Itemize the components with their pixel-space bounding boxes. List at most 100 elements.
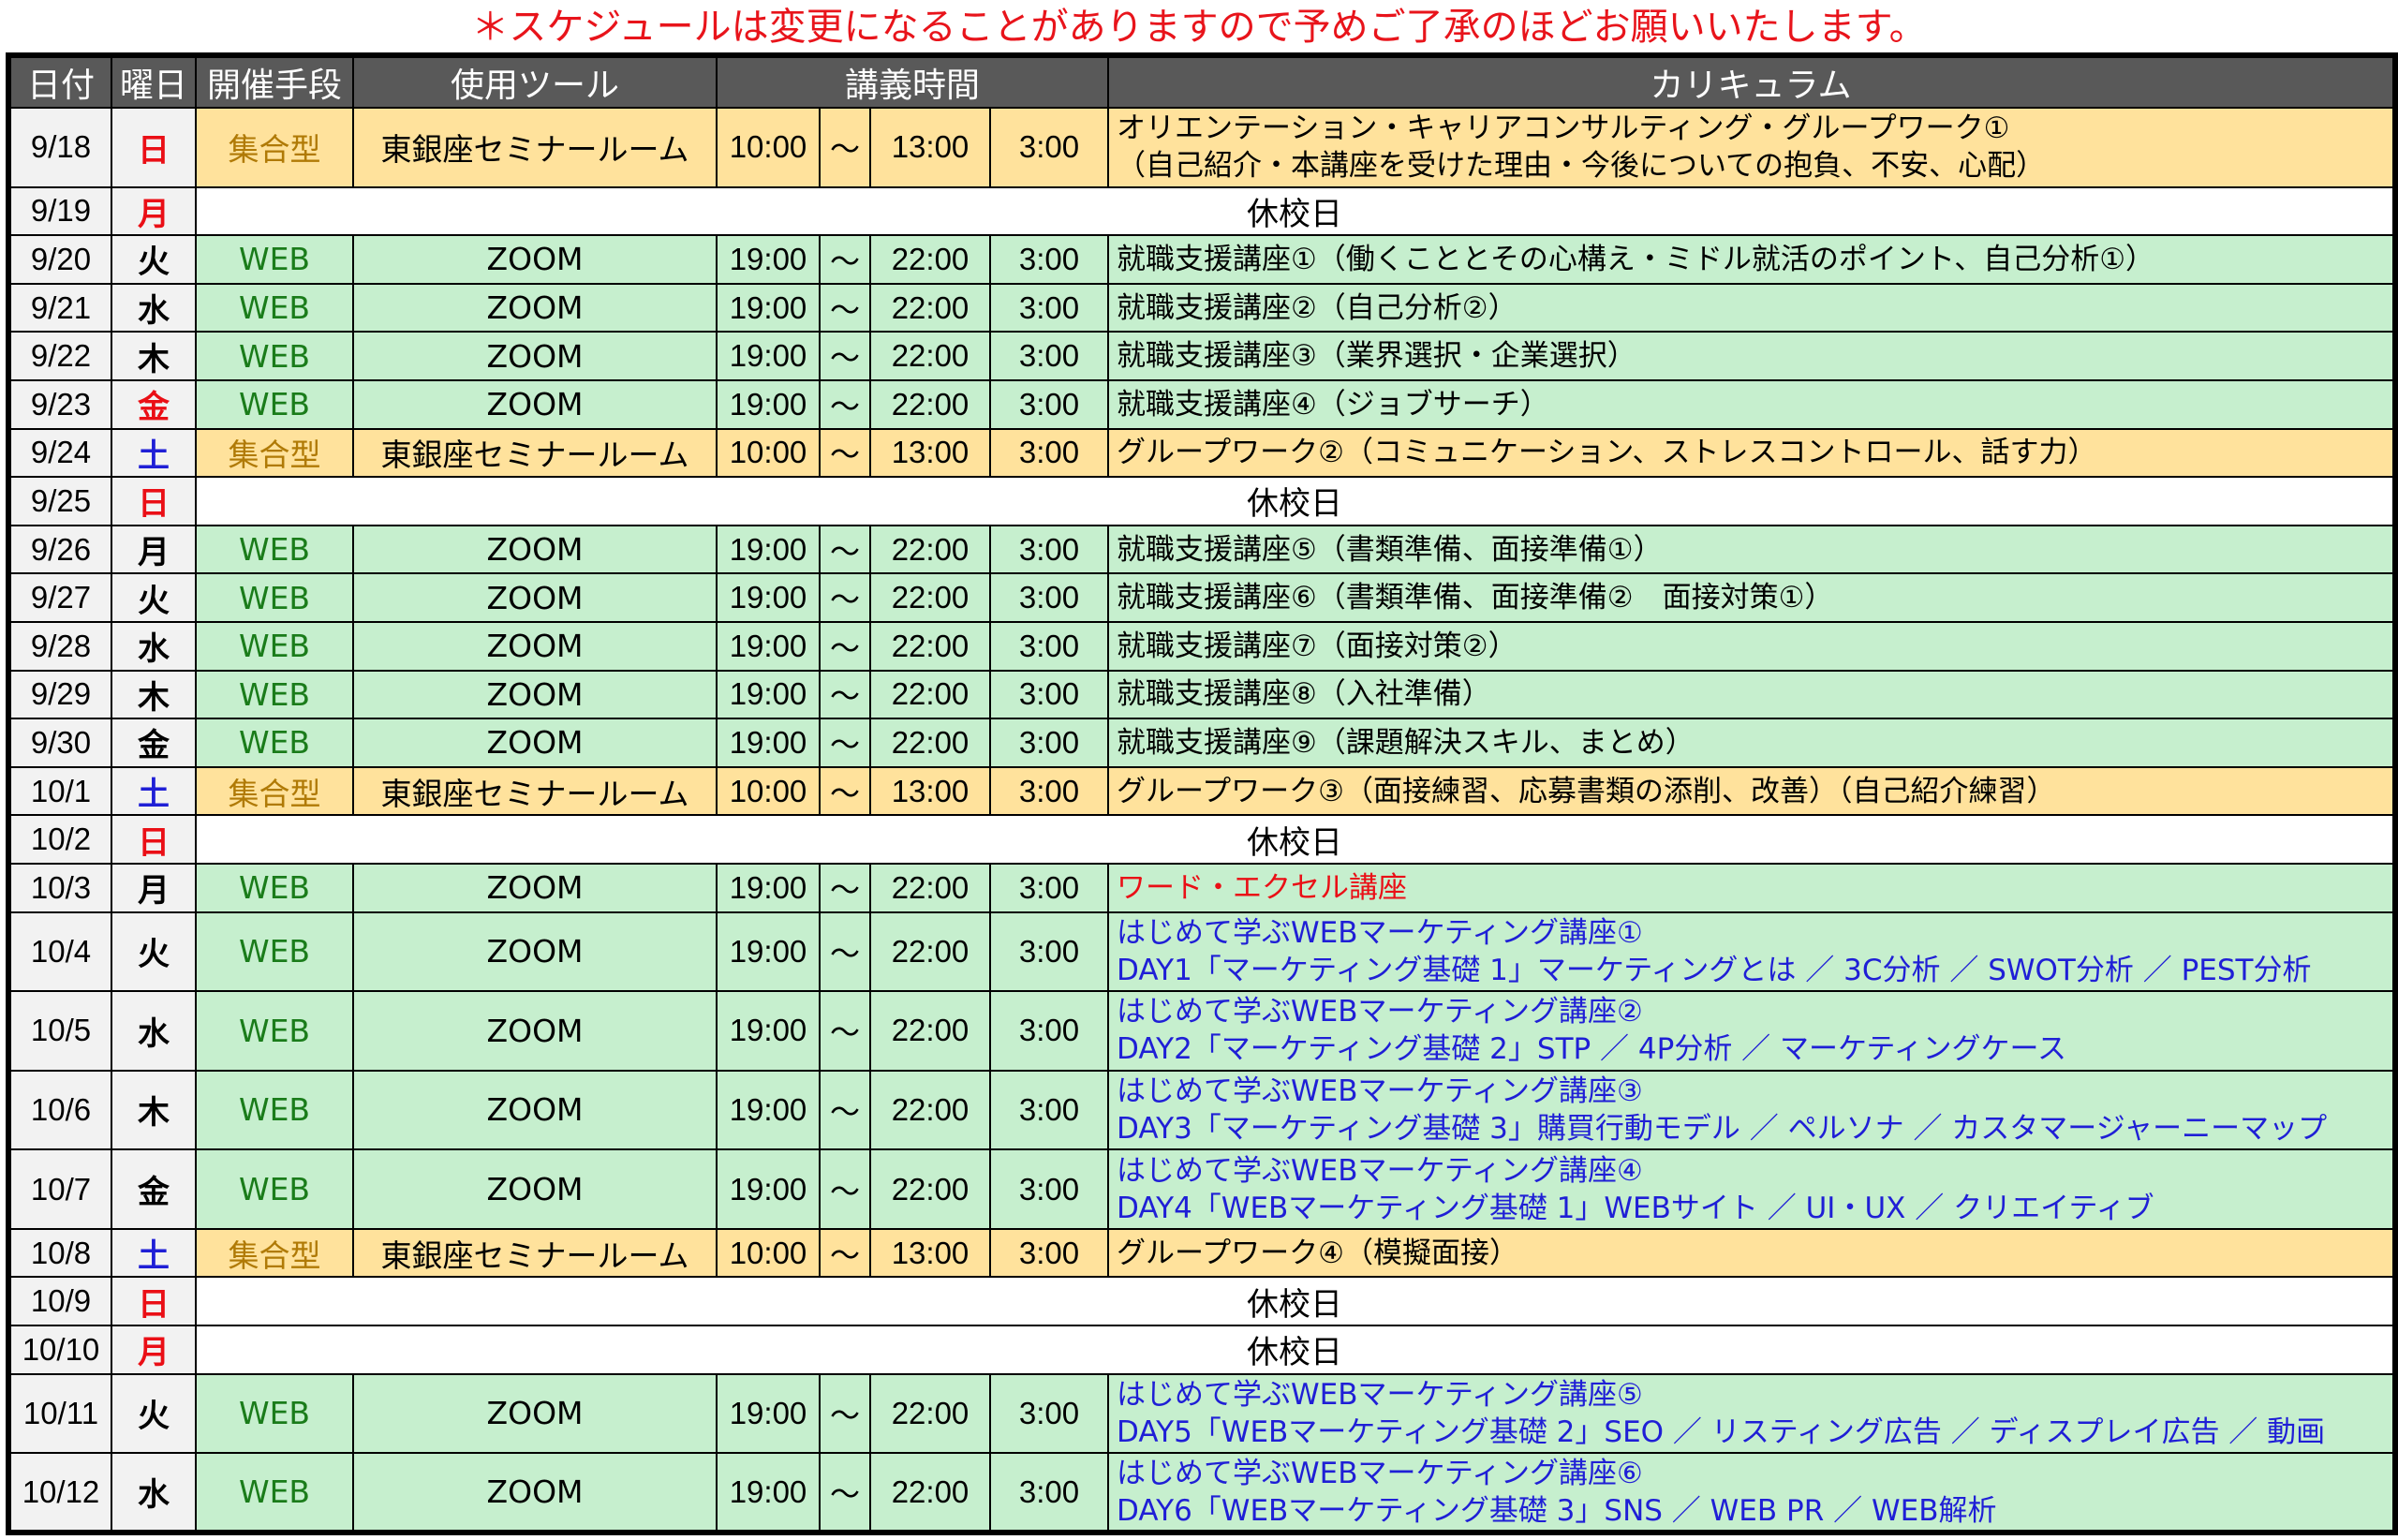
curriculum-line: 就職支援講座④（ジョブサーチ） — [1117, 387, 1549, 422]
table-row: 10/10 月休校日 — [7, 1325, 2397, 1375]
time-separator-cell: ～ — [819, 378, 871, 430]
tool-cell: ZOOM — [352, 572, 718, 623]
method-cell: 集合型 — [195, 107, 354, 188]
table-row: 9/22 木 WEB ZOOM 19:00 ～ 22:00 3:00 就職支援講座③（業界選択・… — [7, 331, 2397, 381]
header-tool: 使用ツール — [352, 54, 718, 109]
schedule-change-notice: ＊スケジュールは変更になることがありますので予めご了承のほどお願いいたします。 — [471, 6, 1927, 49]
date-cell: 9/22 — [7, 331, 112, 381]
table-row: 9/21 水 WEB ZOOM 19:00 ～ 22:00 3:00 就職支援講座②（自己分析②… — [7, 282, 2397, 333]
tool-cell: ZOOM — [352, 524, 718, 575]
duration-cell: 3:00 — [988, 765, 1110, 817]
curriculum-cell: グループワーク③（面接練習、応募書類の添削、改善）（自己紹介練習） — [1107, 765, 2397, 817]
duration-cell: 3:00 — [988, 1148, 1110, 1230]
time-separator-cell: ～ — [819, 620, 871, 672]
duration-cell: 3:00 — [988, 911, 1110, 993]
table-row: 9/19 月休校日 — [7, 185, 2397, 237]
table-row: 9/28 水 WEB ZOOM 19:00 ～ 22:00 3:00 就職支援講座⑦（面接対策②… — [7, 620, 2397, 672]
curriculum-cell: ワード・エクセル講座 — [1107, 862, 2397, 913]
tool-cell: ZOOM — [352, 1148, 718, 1230]
curriculum-cell: 就職支援講座④（ジョブサーチ） — [1107, 378, 2397, 430]
curriculum-line: 就職支援講座⑤（書類準備、面接準備①） — [1117, 532, 1663, 567]
weekday-cell: 日 — [111, 107, 197, 188]
curriculum-line: グループワーク③（面接練習、応募書類の添削、改善）（自己紹介練習） — [1117, 774, 2056, 808]
curriculum-line: 就職支援講座⑥（書類準備、面接準備② 面接対策①） — [1117, 581, 1834, 615]
time-separator-cell: ～ — [819, 1452, 871, 1533]
duration-cell: 3:00 — [988, 669, 1110, 720]
start-time-cell: 19:00 — [716, 911, 821, 993]
curriculum-cell: オリエンテーション・キャリアコンサルティング・グループワーク① （自己紹介・本講座… — [1107, 107, 2397, 188]
table-row: 9/30 金 WEB ZOOM 19:00 ～ 22:00 3:00 就職支援講座⑨（課題解決ス… — [7, 718, 2397, 768]
end-time-cell: 22:00 — [869, 990, 991, 1072]
method-cell: WEB — [195, 1069, 354, 1151]
end-time-cell: 13:00 — [869, 427, 991, 479]
weekday-cell: 日 — [111, 476, 197, 526]
start-time-cell: 19:00 — [716, 718, 821, 768]
end-time-cell: 22:00 — [869, 234, 991, 285]
tool-cell: ZOOM — [352, 234, 718, 285]
end-time-cell: 22:00 — [869, 911, 991, 993]
closed-day-cell: 休校日 — [194, 1325, 2397, 1375]
weekday-cell: 水 — [111, 620, 197, 672]
date-cell: 10/9 — [7, 1276, 112, 1327]
date-cell: 10/12 — [7, 1452, 112, 1533]
time-separator-cell: ～ — [819, 572, 871, 623]
curriculum-line: DAY6「WEBマーケティング基礎 3」SNS ／ WEB PR ／ WEB解析 — [1117, 1493, 1997, 1528]
curriculum-line: （自己紹介・本講座を受けた理由・今後についての抱負、不安、心配） — [1117, 149, 2046, 184]
table-row: 9/18 日集合型 東銀座セミナールーム 10:00 ～ 13:00 3:00 オリエンテーシ… — [7, 107, 2397, 188]
table-row: 10/4 火 WEB ZOOM 19:00 ～ 22:00 3:00 はじめて学ぶWEBマーケテ… — [7, 911, 2397, 993]
weekday-cell: 火 — [111, 1372, 197, 1455]
method-cell: 集合型 — [195, 427, 354, 479]
curriculum-cell: 就職支援講座⑧（入社準備） — [1107, 669, 2397, 720]
curriculum-line: 就職支援講座⑧（入社準備） — [1117, 677, 1491, 712]
curriculum-line: はじめて学ぶWEBマーケティング講座⑥ — [1117, 1456, 1643, 1490]
time-separator-cell: ～ — [819, 862, 871, 913]
duration-cell: 3:00 — [988, 524, 1110, 575]
date-cell: 10/8 — [7, 1227, 112, 1279]
weekday-cell: 火 — [111, 234, 197, 285]
curriculum-line: ワード・エクセル講座 — [1117, 870, 1408, 905]
table-row: 9/29 木 WEB ZOOM 19:00 ～ 22:00 3:00 就職支援講座⑧（入社準備） — [7, 669, 2397, 720]
weekday-cell: 木 — [111, 1069, 197, 1151]
table-row: 10/11 火 WEB ZOOM 19:00 ～ 22:00 3:00 はじめて学ぶWEBマーケ… — [7, 1372, 2397, 1455]
duration-cell: 3:00 — [988, 1227, 1110, 1279]
table-row: 10/2 日休校日 — [7, 814, 2397, 865]
time-separator-cell: ～ — [819, 524, 871, 575]
start-time-cell: 19:00 — [716, 862, 821, 913]
duration-cell: 3:00 — [988, 572, 1110, 623]
method-cell: WEB — [195, 718, 354, 768]
weekday-cell: 月 — [111, 1325, 197, 1375]
start-time-cell: 19:00 — [716, 990, 821, 1072]
closed-day-cell: 休校日 — [194, 476, 2397, 526]
end-time-cell: 22:00 — [869, 282, 991, 333]
tool-cell: ZOOM — [352, 862, 718, 913]
duration-cell: 3:00 — [988, 620, 1110, 672]
method-cell: WEB — [195, 669, 354, 720]
time-separator-cell: ～ — [819, 331, 871, 381]
header-curriculum: カリキュラム — [1107, 54, 2397, 109]
curriculum-cell: はじめて学ぶWEBマーケティング講座② DAY2「マーケティング基礎 2」STP … — [1107, 990, 2397, 1072]
weekday-cell: 水 — [111, 1452, 197, 1533]
weekday-cell: 火 — [111, 572, 197, 623]
weekday-cell: 火 — [111, 911, 197, 993]
start-time-cell: 10:00 — [716, 427, 821, 479]
method-cell: WEB — [195, 572, 354, 623]
weekday-cell: 土 — [111, 765, 197, 817]
curriculum-cell: 就職支援講座⑨（課題解決スキル、まとめ） — [1107, 718, 2397, 768]
tool-cell: ZOOM — [352, 669, 718, 720]
start-time-cell: 19:00 — [716, 282, 821, 333]
date-cell: 9/19 — [7, 185, 112, 237]
weekday-cell: 月 — [111, 524, 197, 575]
curriculum-line: オリエンテーション・キャリアコンサルティング・グループワーク① — [1117, 111, 2010, 146]
time-separator-cell: ～ — [819, 107, 871, 188]
date-cell: 9/23 — [7, 378, 112, 430]
weekday-cell: 水 — [111, 282, 197, 333]
time-separator-cell: ～ — [819, 1148, 871, 1230]
date-cell: 10/1 — [7, 765, 112, 817]
tool-cell: ZOOM — [352, 911, 718, 993]
tool-cell: ZOOM — [352, 282, 718, 333]
header-date: 日付 — [7, 54, 112, 109]
time-separator-cell: ～ — [819, 1372, 871, 1455]
curriculum-line: 就職支援講座⑦（面接対策②） — [1117, 629, 1517, 663]
table-row: 9/25 日休校日 — [7, 476, 2397, 526]
tool-cell: ZOOM — [352, 1069, 718, 1151]
